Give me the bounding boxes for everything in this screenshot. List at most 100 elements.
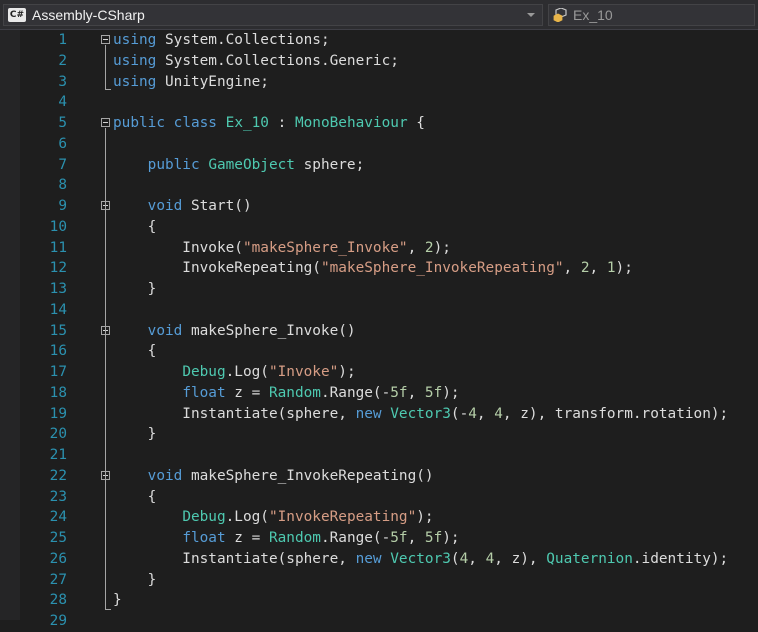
code-line[interactable]: 28}	[0, 590, 758, 611]
code-line[interactable]: 14	[0, 300, 758, 321]
code-token: makeSphere_InvokeRepeating()	[182, 467, 434, 484]
line-number: 24	[49, 509, 67, 526]
code-token: Start()	[182, 198, 252, 214]
member-dropdown[interactable]: Ex_10	[548, 4, 755, 26]
line-number: 1	[58, 32, 67, 48]
code-token: );	[442, 530, 460, 546]
code-text: Debug.Log("InvokeRepeating");	[113, 507, 434, 528]
code-token: using	[113, 32, 157, 48]
line-number: 17	[49, 364, 67, 380]
code-token: , z), transform.rotation);	[502, 405, 729, 422]
line-number: 11	[49, 239, 67, 256]
code-token: 4	[468, 405, 477, 422]
line-number: 16	[49, 343, 67, 360]
code-text: void Start()	[113, 196, 252, 217]
code-line[interactable]: 20 }	[0, 424, 758, 445]
line-number: 26	[49, 550, 67, 567]
code-line[interactable]: 18 float z = Random.Range(-5f, 5f);	[0, 383, 758, 404]
chevron-down-icon[interactable]	[524, 5, 538, 25]
code-token: float	[182, 530, 226, 546]
code-token: Vector3	[390, 405, 451, 422]
code-text: Instantiate(sphere, new Vector3(-4, 4, z…	[113, 404, 728, 425]
code-line[interactable]: 26 Instantiate(sphere, new Vector3(4, 4,…	[0, 549, 758, 570]
code-line[interactable]: 29	[0, 611, 758, 632]
code-token: 5f	[390, 384, 408, 401]
code-token: );	[433, 239, 451, 256]
code-line[interactable]: 11 Invoke("makeSphere_Invoke", 2);	[0, 238, 758, 259]
code-line[interactable]: 16 {	[0, 341, 758, 362]
code-token: System.Collections;	[156, 32, 330, 48]
code-text: InvokeRepeating("makeSphere_InvokeRepeat…	[113, 258, 633, 279]
code-token: Debug	[182, 509, 226, 526]
code-text: }	[113, 279, 157, 300]
fold-guide-invoke	[105, 336, 106, 443]
code-line[interactable]: 25 float z = Random.Range(-5f, 5f);	[0, 528, 758, 549]
code-line[interactable]: 13 }	[0, 279, 758, 300]
code-line[interactable]: 27 }	[0, 570, 758, 591]
code-editor[interactable]: 1 using System.Collections; 2 using System.…	[0, 30, 758, 629]
code-line[interactable]: 8	[0, 175, 758, 196]
code-token: );	[416, 509, 434, 526]
line-number: 21	[49, 447, 67, 463]
code-line[interactable]: 7 public GameObject sphere;	[0, 155, 758, 176]
collapse-icon[interactable]	[101, 35, 110, 44]
line-number: 22	[49, 467, 67, 484]
code-token: Instantiate(sphere,	[113, 405, 356, 422]
code-token: {	[113, 488, 157, 505]
code-token: ,	[468, 550, 486, 567]
code-token: GameObject	[208, 156, 295, 173]
code-text: Instantiate(sphere, new Vector3(4, 4, z)…	[113, 549, 728, 570]
code-token: new	[355, 550, 382, 567]
code-line[interactable]: 21	[0, 445, 758, 466]
code-line[interactable]: 15 void makeSphere_Invoke()	[0, 321, 758, 342]
code-line[interactable]: 5 public class Ex_10 : MonoBehaviour {	[0, 113, 758, 134]
code-text: void makeSphere_InvokeRepeating()	[113, 466, 434, 487]
code-token: {	[113, 218, 157, 235]
fold-guide-end	[105, 609, 111, 610]
line-number: 23	[49, 488, 67, 505]
line-number: 10	[49, 218, 67, 235]
code-line[interactable]: 17 Debug.Log("Invoke");	[0, 362, 758, 383]
line-number: 12	[49, 260, 67, 277]
code-token: "makeSphere_InvokeRepeating"	[320, 260, 564, 277]
code-line[interactable]: 12 InvokeRepeating("makeSphere_InvokeRep…	[0, 258, 758, 279]
code-line[interactable]: 22 void makeSphere_InvokeRepeating()	[0, 466, 758, 487]
code-line[interactable]: 10 {	[0, 217, 758, 238]
code-token: new	[355, 405, 382, 422]
code-line[interactable]: 23 {	[0, 487, 758, 508]
code-line[interactable]: 19 Instantiate(sphere, new Vector3(-4, 4…	[0, 404, 758, 425]
code-line[interactable]: 24 Debug.Log("InvokeRepeating");	[0, 507, 758, 528]
code-line[interactable]: 9 void Start()	[0, 196, 758, 217]
project-dropdown[interactable]: C# Assembly-CSharp	[3, 4, 543, 26]
code-line[interactable]: 6	[0, 134, 758, 155]
code-text: using UnityEngine;	[113, 72, 269, 93]
code-text: }	[113, 570, 157, 591]
collapse-icon[interactable]	[101, 118, 110, 127]
code-line[interactable]: 3 using UnityEngine;	[0, 72, 758, 93]
code-text: using System.Collections.Generic;	[113, 51, 399, 72]
code-line[interactable]: 4	[0, 92, 758, 113]
code-token: float	[182, 384, 226, 401]
line-number: 8	[58, 177, 67, 194]
line-number: 19	[49, 405, 67, 422]
code-line[interactable]: 1 using System.Collections;	[0, 30, 758, 51]
code-token: ,	[563, 260, 581, 277]
code-line[interactable]: 2 using System.Collections.Generic;	[0, 51, 758, 72]
line-number: 9	[58, 198, 67, 214]
code-token: z =	[225, 530, 269, 546]
code-token: (-	[450, 405, 469, 422]
code-token: 4	[485, 550, 495, 567]
code-text: }	[113, 424, 157, 445]
code-token: (	[450, 550, 460, 567]
code-token: z =	[225, 384, 269, 401]
code-token: Quaternion	[546, 550, 633, 567]
code-token: );	[615, 260, 633, 277]
code-token: ,	[476, 405, 495, 422]
code-token: .Log(	[225, 364, 269, 380]
code-token: void	[147, 198, 183, 214]
